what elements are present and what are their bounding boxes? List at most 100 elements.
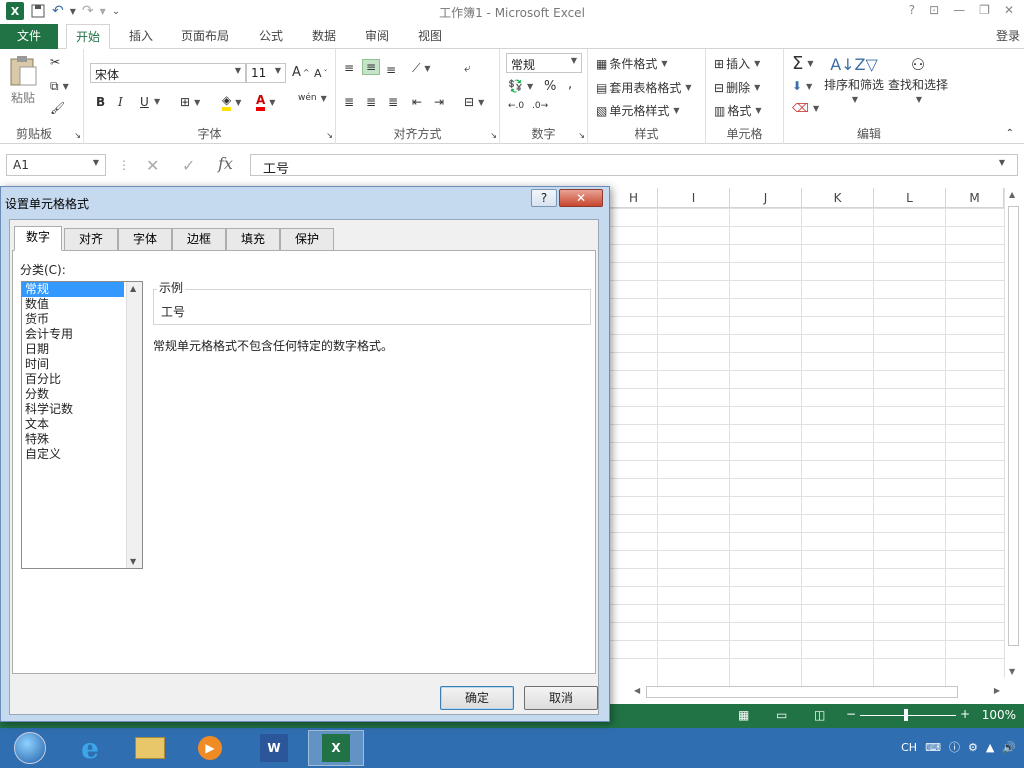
category-item[interactable]: 日期 [22,342,124,357]
align-bottom-icon[interactable]: ≡ [386,63,396,77]
restore-icon[interactable]: ❐ [979,3,990,17]
tab-file[interactable]: 文件 [0,24,58,49]
find-select-button[interactable]: ⚇ 查找和选择 ▼ [888,55,948,104]
alignment-launcher-icon[interactable]: ↘ [490,131,497,140]
cell-styles-button[interactable]: ▧ 单元格样式 ▼ [596,102,680,119]
delete-cells-button[interactable]: ⊟ 删除 ▼ [714,79,760,96]
horizontal-scrollbar[interactable]: ◀ ▶ [630,684,1004,700]
scroll-up-icon[interactable]: ▲ [1009,190,1015,199]
conditional-format-button[interactable]: ▦ 条件格式 ▼ [596,55,668,72]
scroll-right-icon[interactable]: ▶ [994,686,1000,695]
format-cells-button[interactable]: ▥ 格式 ▼ [714,102,762,119]
category-scrollbar[interactable]: ▲ ▼ [126,282,142,568]
column-header-i[interactable]: I [658,188,730,208]
autosum-icon[interactable]: Σ ▼ [792,53,814,74]
category-item[interactable]: 特殊 [22,432,124,447]
name-box[interactable]: A1 ▼ [6,154,106,176]
category-list[interactable]: 常规 数值 货币 会计专用 日期 时间 百分比 分数 科学记数 文本 特殊 自定义 ▲ ▼ [21,281,143,569]
format-painter-icon[interactable]: 🖌 [50,101,65,115]
category-item[interactable]: 科学记数 [22,402,124,417]
category-item[interactable]: 会计专用 [22,327,124,342]
tab-insert[interactable]: 插入 [120,24,162,49]
taskbar-explorer[interactable] [122,730,178,766]
tab-data[interactable]: 数据 [303,24,345,49]
percent-button[interactable]: % [544,79,556,94]
align-right-icon[interactable]: ≣ [388,95,398,109]
column-header-j[interactable]: J [730,188,802,208]
shrink-font-icon[interactable]: Aˇ [314,67,328,80]
column-header-m[interactable]: M [946,188,1004,208]
category-scroll-up-icon[interactable]: ▲ [130,284,136,293]
dialog-close-button[interactable]: ✕ [559,189,603,207]
normal-view-icon[interactable]: ▦ [738,708,749,722]
vertical-scrollbar[interactable]: ▲ ▼ [1004,188,1022,678]
start-button[interactable] [2,730,58,766]
underline-dropdown-icon[interactable]: ▼ [152,97,160,106]
zoom-in-icon[interactable]: + [960,707,970,721]
confirm-entry-icon[interactable]: ✓ [182,156,195,175]
category-item[interactable]: 货币 [22,312,124,327]
taskbar-word[interactable]: W [246,730,302,766]
increase-indent-icon[interactable]: ⇥ [434,95,444,109]
tab-alignment[interactable]: 对齐 [64,228,118,250]
clipboard-launcher-icon[interactable]: ↘ [74,131,81,140]
merge-center-icon[interactable]: ⊟ ▼ [464,95,484,109]
decrease-decimal-icon[interactable]: .0→ [532,101,548,111]
copy-icon[interactable]: ⧉ ▼ [50,79,69,94]
accounting-format-icon[interactable]: 💱 ▼ [508,79,533,93]
zoom-level[interactable]: 100% [982,708,1016,722]
bold-button[interactable]: B [96,95,105,109]
grow-font-icon[interactable]: A ^ [292,65,310,80]
keyboard-icon[interactable]: ⌨ [925,741,941,754]
category-item[interactable]: 常规 [22,282,124,297]
tab-font[interactable]: 字体 [118,228,172,250]
help-icon[interactable]: ? [909,3,915,17]
category-item[interactable]: 文本 [22,417,124,432]
taskbar-excel[interactable]: X [308,730,364,766]
underline-button[interactable]: U [140,95,149,109]
number-format-select[interactable]: 常规 ▼ [506,53,582,73]
insert-function-icon[interactable]: fx [218,154,233,173]
login-link[interactable]: 登录 [996,27,1020,44]
tab-formulas[interactable]: 公式 [250,24,292,49]
volume-icon[interactable]: 🔊 [1002,741,1016,754]
align-center-icon[interactable]: ≣ [366,95,376,109]
category-item[interactable]: 自定义 [22,447,124,462]
language-indicator[interactable]: CH [901,741,917,754]
border-icon[interactable]: ⊞ ▼ [180,95,200,109]
vertical-scroll-thumb[interactable] [1008,206,1019,646]
clear-icon[interactable]: ⌫ ▼ [792,101,819,115]
help-tray-icon[interactable]: ⓘ [949,739,960,755]
category-item[interactable]: 时间 [22,357,124,372]
paste-button[interactable]: 粘贴 [8,55,38,106]
font-color-icon[interactable]: A ▼ [256,93,275,111]
ok-button[interactable]: 确定 [440,686,514,710]
category-item[interactable]: 百分比 [22,372,124,387]
cut-icon[interactable]: ✂ [50,55,60,69]
tab-fill[interactable]: 填充 [226,228,280,250]
tab-view[interactable]: 视图 [409,24,451,49]
page-break-view-icon[interactable]: ◫ [814,708,825,722]
taskbar-media-player[interactable]: ▶ [182,730,238,766]
tab-number[interactable]: 数字 [14,226,62,251]
horizontal-scroll-thumb[interactable] [646,686,958,698]
zoom-out-icon[interactable]: − [846,707,856,721]
increase-decimal-icon[interactable]: ←.0 [508,101,524,111]
comma-style-icon[interactable]: , [568,77,572,92]
cancel-entry-icon[interactable]: ✕ [146,156,159,175]
fill-color-icon[interactable]: ◈ ▼ [222,93,241,111]
minimize-icon[interactable]: — [953,3,965,17]
formula-input[interactable]: 工号 ▼ [250,154,1018,177]
tab-page-layout[interactable]: 页面布局 [172,24,238,49]
format-table-button[interactable]: ▤ 套用表格格式 ▼ [596,79,692,96]
category-scroll-down-icon[interactable]: ▼ [130,557,136,566]
phonetic-icon[interactable]: wén ▼ [298,93,327,103]
column-header-l[interactable]: L [874,188,946,208]
number-launcher-icon[interactable]: ↘ [578,131,585,140]
page-layout-view-icon[interactable]: ▭ [776,708,787,722]
zoom-slider[interactable] [860,715,956,716]
wrap-text-icon[interactable]: ⤶ [464,61,471,76]
font-size-select[interactable]: 11 ▼ [246,63,286,83]
tab-protection[interactable]: 保护 [280,228,334,250]
tab-review[interactable]: 审阅 [356,24,398,49]
